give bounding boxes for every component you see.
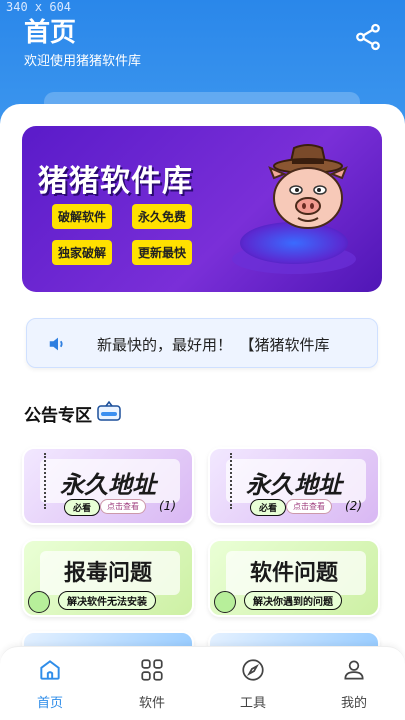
banner-title: 猪猪软件库 xyxy=(38,164,193,199)
card-view-pill: 点击查看 xyxy=(100,499,146,514)
tab-label: 工具 xyxy=(239,696,266,711)
bottom-tab-bar: 首页 软件 工具 我的 xyxy=(0,646,405,720)
tab-mine[interactable]: 我的 xyxy=(324,653,384,717)
card-permanent-address-2[interactable]: 永久地址 必看 点击查看 (2) xyxy=(208,447,380,525)
card-title: 永久地址 xyxy=(246,471,342,499)
tag-crack-software: 破解软件 xyxy=(52,204,113,229)
user-icon xyxy=(344,660,364,680)
card-software-issue[interactable]: 软件问题 解决你遇到的问题 xyxy=(208,539,380,617)
tab-software[interactable]: 软件 xyxy=(122,653,182,717)
tab-label: 软件 xyxy=(138,696,165,711)
card-virus-issue[interactable]: 报毒问题 解决软件无法安装 xyxy=(22,539,194,617)
card-title: 软件问题 xyxy=(249,561,338,586)
card-permanent-address-1[interactable]: 永久地址 必看 点击查看 (1) xyxy=(22,447,194,525)
page-subtitle: 欢迎使用猪猪软件库 xyxy=(24,54,142,69)
card-number: (1) xyxy=(159,499,176,513)
tab-home[interactable]: 首页 xyxy=(20,653,80,717)
notice-board-icon xyxy=(97,400,121,421)
header: 340 x 604 首页 欢迎使用猪猪软件库 xyxy=(0,0,405,120)
smiley-icon xyxy=(28,591,50,613)
compass-icon xyxy=(242,659,264,681)
tag-forever-free: 永久免费 xyxy=(132,204,193,229)
card-subtitle: 解决你遇到的问题 xyxy=(244,591,342,610)
section-title: 公告专区 xyxy=(24,406,92,426)
card-subtitle: 解决软件无法安装 xyxy=(58,591,156,610)
speaker-icon xyxy=(49,337,63,351)
smiley-icon xyxy=(214,591,236,613)
tab-tools[interactable]: 工具 xyxy=(223,653,283,717)
pig-mascot-icon xyxy=(268,144,348,229)
share-icon[interactable] xyxy=(353,22,383,52)
tag-fastest-update: 更新最快 xyxy=(132,240,193,265)
announcement-marquee[interactable]: 新最快的，最好用！ 【猪猪软件库 xyxy=(26,318,378,368)
announcement-text: 新最快的，最好用！ 【猪猪软件库 xyxy=(97,336,330,354)
card-view-pill: 点击查看 xyxy=(286,499,332,514)
card-title: 永久地址 xyxy=(60,471,156,499)
tag-exclusive-crack: 独家破解 xyxy=(52,240,113,265)
tab-label: 首页 xyxy=(36,696,63,711)
tab-label: 我的 xyxy=(340,696,367,711)
page-title: 首页 xyxy=(24,18,77,48)
card-tag: 必看 xyxy=(64,499,101,516)
grid-icon xyxy=(141,659,163,681)
card-title: 报毒问题 xyxy=(63,561,152,586)
content-sheet: 猪猪软件库 破解软件 永久免费 独家破解 更新最快 新最快的，最好用！ 【猪猪软… xyxy=(0,104,405,720)
promo-banner[interactable]: 猪猪软件库 破解软件 永久免费 独家破解 更新最快 xyxy=(22,126,382,292)
home-icon xyxy=(40,660,60,680)
card-number: (2) xyxy=(345,499,362,513)
card-tag: 必看 xyxy=(250,499,287,516)
